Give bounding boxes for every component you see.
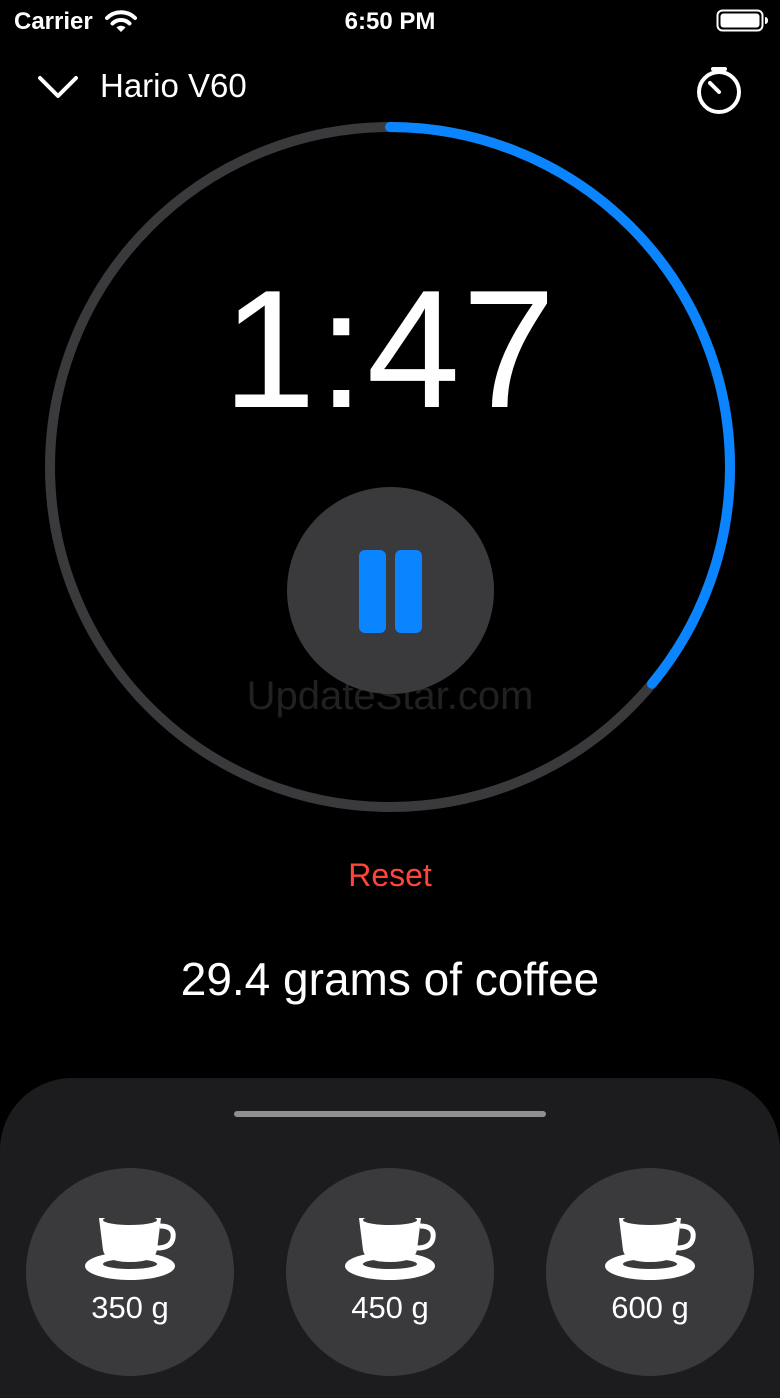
coffee-cup-icon	[345, 1215, 436, 1280]
timer-display: 1:47	[222, 255, 558, 443]
pause-icon-bar-left	[359, 550, 386, 633]
size-option-600[interactable]: 600 g	[546, 1168, 754, 1376]
coffee-amount: 29.4 grams of coffee	[180, 953, 600, 1005]
reset-button[interactable]: Reset	[0, 857, 780, 894]
pause-button[interactable]	[287, 487, 494, 694]
size-sheet: 350 g 450 g 600 g	[0, 1078, 780, 1398]
size-option-label: 350 g	[91, 1290, 169, 1325]
size-option-label: 600 g	[611, 1290, 689, 1325]
coffee-cup-icon	[605, 1215, 696, 1280]
size-option-450[interactable]: 450 g	[286, 1168, 494, 1376]
coffee-cup-icon	[85, 1215, 176, 1280]
size-option-label: 450 g	[351, 1290, 429, 1325]
size-option-350[interactable]: 350 g	[26, 1168, 234, 1376]
watermark: UpdateStar.com	[246, 674, 534, 718]
sheet-grabber[interactable]	[234, 1111, 546, 1117]
pause-icon-bar-right	[395, 550, 422, 633]
